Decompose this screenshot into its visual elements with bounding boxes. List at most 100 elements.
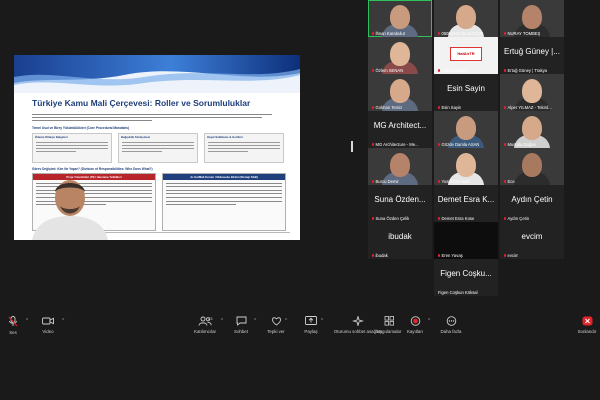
participant-display-name: Aydın Çetin: [511, 195, 553, 204]
participant-tile[interactable]: Esin Sayin Esin Sayin: [434, 74, 498, 111]
mic-muted-icon: [504, 32, 506, 36]
mic-muted-icon: [8, 316, 18, 327]
participant-video-face: [390, 153, 410, 177]
participant-name-label: Esin Sayin: [438, 105, 461, 110]
video-options-caret[interactable]: ⌃: [61, 318, 65, 324]
participant-name-label: Volkan Öztürk: [438, 68, 468, 73]
share-options-caret[interactable]: ⌃: [320, 318, 324, 324]
mic-muted-icon: [372, 254, 374, 258]
participant-tile[interactable]: MG Architect... MG Architecture - Me...: [368, 111, 432, 148]
participant-tile[interactable]: Yusuf Emrihatlı: [434, 148, 498, 185]
presenter-video: [32, 180, 108, 240]
participant-tile[interactable]: Burcu Demir: [368, 148, 432, 185]
participant-video-face: [390, 79, 410, 103]
mic-muted-icon: [372, 32, 374, 36]
participant-name-label: ibudak: [372, 253, 388, 258]
apps-button[interactable]: Uygulamalar: [372, 312, 406, 342]
participant-tile[interactable]: Özlem SENAN: [368, 37, 432, 74]
participant-name-label: Aydın Çetin: [504, 216, 529, 221]
participant-display-name: Suna Özden...: [374, 195, 426, 204]
participant-tile[interactable]: Mustafa Doğan: [500, 111, 564, 148]
slide-panel-right: Ar-Ge/Mali Kurum / Muhasebe Birimi (Stra…: [162, 173, 286, 231]
camera-icon: [42, 317, 54, 325]
mic-muted-icon: [372, 69, 374, 73]
participant-tile[interactable]: NURAY TOMBEŞ: [500, 0, 564, 37]
participant-logo: HatAirTR: [450, 47, 482, 61]
participant-name-label: Mustafa Doğan: [504, 142, 536, 147]
chat-label: Sohbet: [234, 329, 248, 334]
react-button[interactable]: Tepki ver: [262, 312, 290, 342]
mic-muted-icon: [438, 217, 440, 221]
participant-tile[interactable]: Gözde Damla ASAN: [434, 111, 498, 148]
participant-video-face: [390, 42, 410, 66]
record-button[interactable]: Kayıtları: [402, 312, 428, 342]
participant-name-label: Özlem SENAN: [372, 68, 403, 73]
record-label: Kayıtları: [406, 329, 424, 334]
slide-section-2: Görev Değişimi: Kim Ne Yapar? (Division …: [32, 167, 153, 171]
participant-tile[interactable]: Demet Esra K... Demet Esra Kose: [434, 185, 498, 222]
participant-tile[interactable]: Figen Coşku... Figen Coşkun Köksal: [434, 259, 498, 296]
participant-display-name: Esin Sayin: [447, 84, 485, 93]
participant-tile[interactable]: Suna Özden... Suna Özden Çelik: [368, 185, 432, 222]
mic-muted-icon: [372, 143, 374, 147]
more-button[interactable]: Daha fazla: [436, 312, 466, 342]
participant-display-name: Demet Esra K...: [437, 195, 495, 204]
participant-video-face: [522, 79, 542, 103]
participant-name-label: Gokhan Temiz: [372, 105, 402, 110]
slide-title: Türkiye Kamu Mali Çerçevesi: Roller ve S…: [32, 98, 251, 108]
participant-name-label: 05001934 DL4LOGLE: [438, 31, 483, 36]
participant-video-face: [456, 153, 476, 177]
chat-button[interactable]: Sohbet: [228, 312, 254, 342]
participants-button[interactable]: 23 Katılımcılar: [186, 312, 224, 342]
participants-options-caret[interactable]: ⌃: [220, 318, 224, 324]
participant-tile[interactable]: Ertuğ Güney |... Ertuğ Güney | Trakya: [500, 37, 564, 74]
apps-grid-icon: [384, 316, 394, 326]
participant-video-face: [522, 116, 542, 140]
layout-divider-handle[interactable]: [351, 141, 353, 152]
mic-muted-icon: [504, 217, 506, 221]
participant-tile[interactable]: HatAirTR Volkan Öztürk: [434, 37, 498, 74]
record-options-caret[interactable]: ⌃: [427, 318, 431, 324]
participant-tile[interactable]: 05001934 DL4LOGLE: [434, 0, 498, 37]
participant-tile[interactable]: Aydın Çetin Aydın Çetin: [500, 185, 564, 222]
participant-display-name: ibudak: [388, 232, 412, 241]
participant-tile[interactable]: ibudak ibudak: [368, 222, 432, 259]
mic-muted-icon: [504, 106, 506, 110]
react-options-caret[interactable]: ⌃: [284, 318, 288, 324]
participant-tile[interactable]: Ece: [500, 148, 564, 185]
chat-icon: [236, 316, 246, 326]
participant-name-label: İhsan Karabulut: [372, 31, 405, 36]
meeting-toolbar: Ses ⌃ Video ⌃ 23 Katılımcılar ⌃ Sohbet ⌃…: [0, 312, 600, 342]
react-label: Tepki ver: [267, 329, 285, 334]
end-meeting-label: Sonlandır: [577, 329, 597, 334]
more-dots-icon: [446, 316, 456, 326]
mic-muted-icon: [504, 69, 506, 73]
slide-box-3: Hayat Sabitleme & Gerilimi: [204, 133, 284, 163]
audio-button[interactable]: Ses: [2, 312, 24, 342]
participant-video-face: [522, 153, 542, 177]
chat-options-caret[interactable]: ⌃: [253, 318, 257, 324]
audio-options-caret[interactable]: ⌃: [25, 318, 29, 324]
apps-label: Uygulamalar: [376, 329, 402, 334]
mic-muted-icon: [372, 217, 374, 221]
participant-tile[interactable]: Eren Yavaş: [434, 222, 498, 259]
video-button[interactable]: Video: [36, 312, 60, 342]
participant-name-label: Ece: [504, 179, 515, 184]
participant-video-face: [456, 116, 476, 140]
participant-tile[interactable]: evcim evcim: [500, 222, 564, 259]
participant-name-label: NURAY TOMBEŞ: [504, 31, 540, 36]
audio-label: Ses: [9, 330, 17, 335]
participant-tile[interactable]: Alper YILMAZ - Tekird...: [500, 74, 564, 111]
mic-muted-icon: [438, 69, 440, 73]
record-icon: [410, 316, 420, 326]
participant-video-face: [390, 5, 410, 29]
share-button[interactable]: Paylaş: [297, 312, 325, 342]
participant-name-label: Gözde Damla ASAN: [438, 142, 479, 147]
participant-name-label: Suna Özden Çelik: [372, 216, 409, 221]
participants-label: Katılımcılar: [194, 329, 216, 334]
mic-muted-icon: [438, 32, 440, 36]
ai-sparkle-icon: [352, 316, 364, 326]
participant-tile[interactable]: Gokhan Temiz: [368, 74, 432, 111]
participant-tile[interactable]: İhsan Karabulut: [368, 0, 432, 37]
end-meeting-button[interactable]: Sonlandır: [574, 312, 600, 342]
